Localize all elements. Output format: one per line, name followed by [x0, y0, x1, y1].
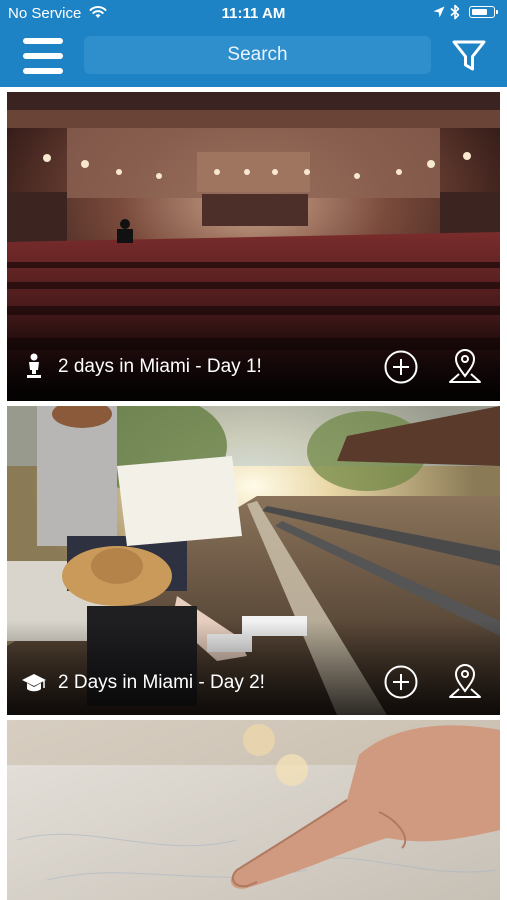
add-circle-icon[interactable]	[384, 350, 418, 384]
card-title: 2 days in Miami - Day 1!	[58, 356, 262, 377]
map-pin-icon[interactable]	[447, 348, 483, 386]
location-arrow-icon	[433, 6, 445, 18]
clock: 11:11 AM	[221, 5, 286, 22]
map-pin-icon[interactable]	[447, 663, 483, 701]
itinerary-card[interactable]: 2 Days in Miami - Day 2!	[7, 406, 500, 715]
map-photo	[7, 720, 500, 900]
filter-funnel-icon[interactable]	[451, 38, 487, 74]
app-header: No Service 11:11 AM Search	[0, 0, 507, 87]
battery-icon	[469, 6, 498, 18]
itinerary-card[interactable]: 2 days in Miami - Day 1!	[7, 92, 500, 401]
hamburger-menu-icon[interactable]	[23, 38, 63, 74]
person-statue-icon	[27, 353, 41, 378]
add-circle-icon[interactable]	[384, 665, 418, 699]
bluetooth-icon	[450, 4, 460, 20]
status-bar: No Service 11:11 AM	[0, 0, 507, 28]
graduation-cap-icon	[22, 674, 46, 692]
search-input[interactable]: Search	[84, 36, 431, 74]
itinerary-card[interactable]	[7, 720, 500, 900]
card-title: 2 Days in Miami - Day 2!	[58, 672, 265, 693]
